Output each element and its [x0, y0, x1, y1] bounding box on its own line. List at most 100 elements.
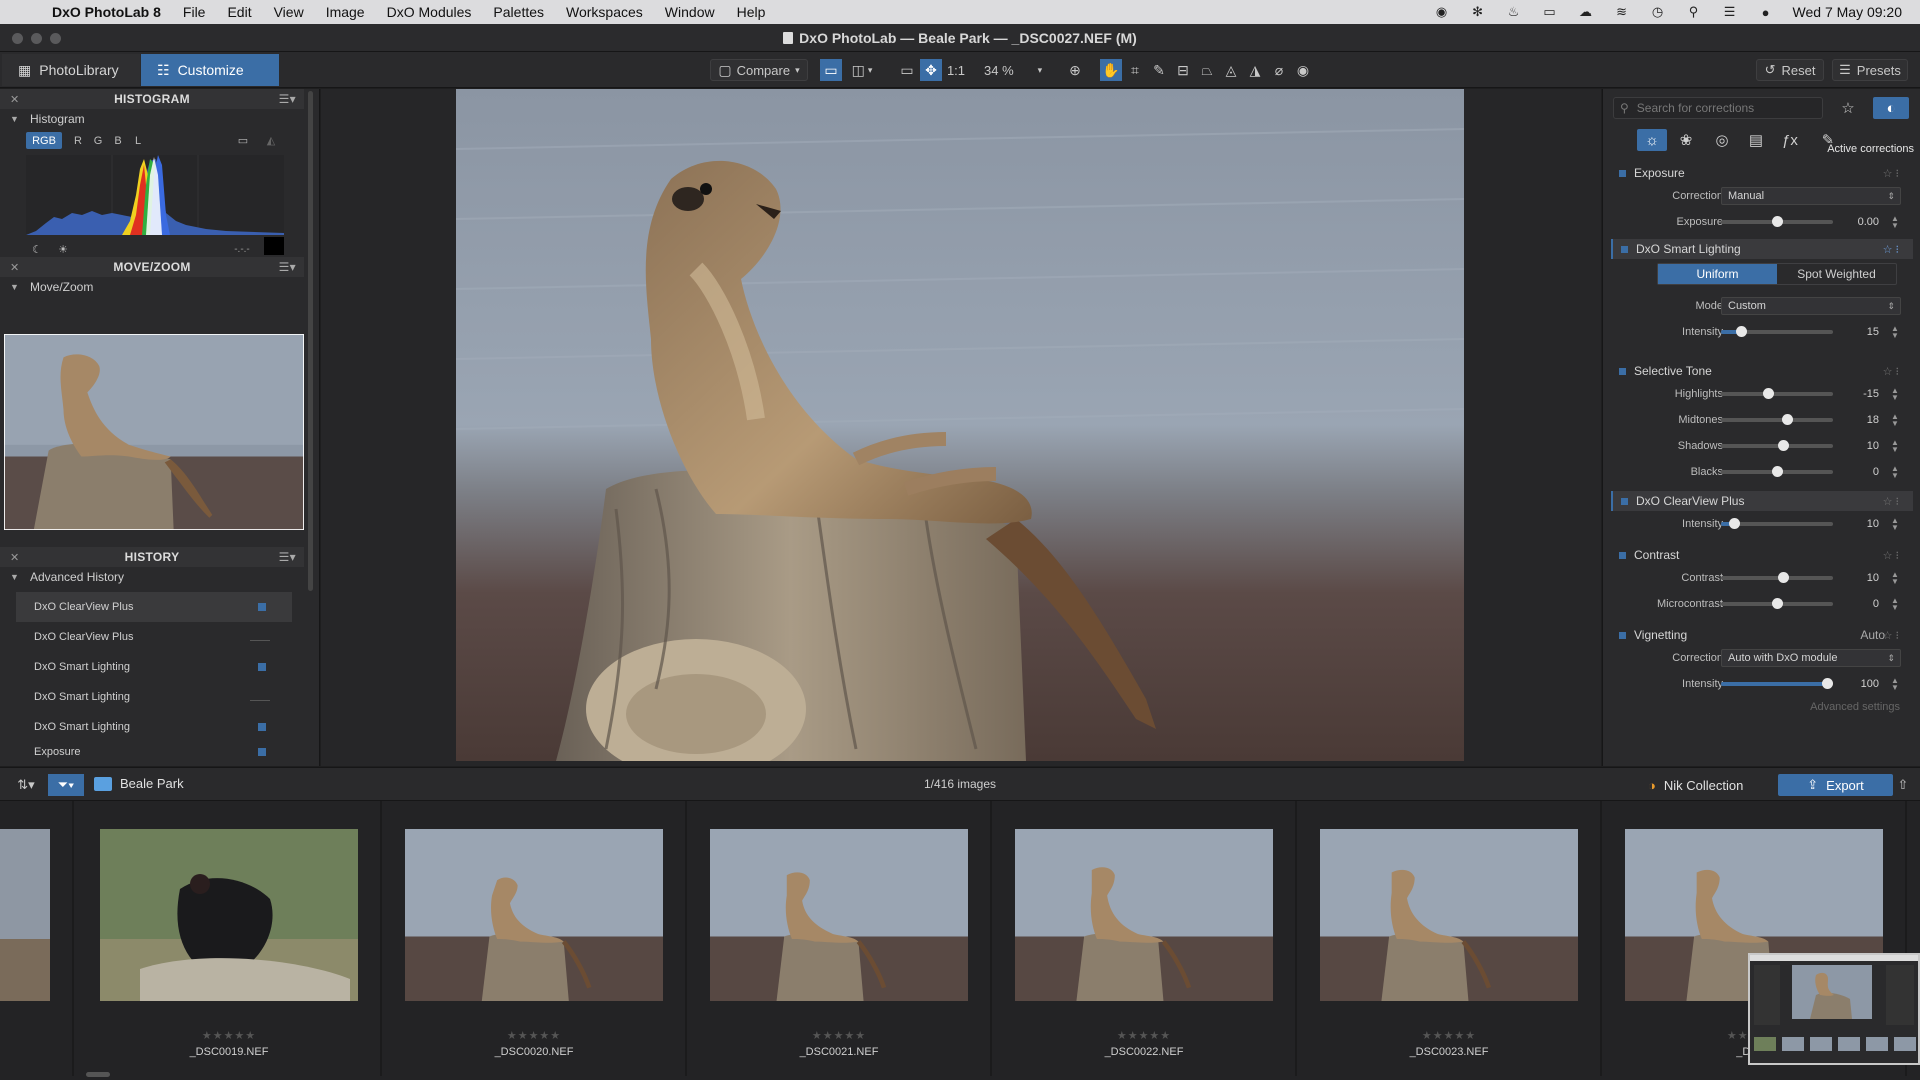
geometry-tab-icon[interactable]: ▤	[1741, 129, 1771, 151]
section-checkbox[interactable]	[1621, 245, 1628, 253]
section-checkbox[interactable]	[1619, 631, 1626, 639]
toggle-icon[interactable]: ◐	[1873, 97, 1909, 119]
history-toggle[interactable]	[250, 693, 270, 701]
clock-icon[interactable]: ◷	[1649, 4, 1667, 19]
color-tab-icon[interactable]: ❀	[1671, 129, 1701, 151]
history-item[interactable]: DxO Smart Lighting	[16, 682, 292, 712]
hand-tool-button[interactable]: ✋	[1100, 59, 1122, 81]
movezoom-preview[interactable]	[4, 334, 304, 530]
repair-tool-button[interactable]: ⌀	[1268, 59, 1290, 81]
loupe-button[interactable]: ⊕	[1064, 59, 1086, 81]
exposure-slider[interactable]	[1721, 216, 1833, 227]
menu-file[interactable]: File	[183, 4, 206, 20]
clearview-intensity-slider[interactable]	[1721, 518, 1833, 529]
monitor-icon[interactable]: ▭	[234, 132, 252, 149]
screenshot-preview-overlay[interactable]	[1748, 953, 1920, 1065]
thumbnail-cell[interactable]: ★★★★★ _DSC0020.NEF	[383, 801, 687, 1076]
blacks-value[interactable]: 0	[1839, 466, 1879, 478]
history-item[interactable]: Exposure	[16, 742, 292, 762]
section-checkbox[interactable]	[1619, 169, 1626, 177]
detail-tab-icon[interactable]: ◎	[1707, 129, 1737, 151]
horizon-tool-button[interactable]: ⊟	[1172, 59, 1194, 81]
advanced-settings-link[interactable]: Advanced settings	[1810, 701, 1900, 713]
menubar-clock[interactable]: Wed 7 May 09:20	[1793, 4, 1902, 20]
search-icon[interactable]: ⚲	[1685, 4, 1703, 19]
close-icon[interactable]: ✕	[10, 261, 20, 274]
midtones-value[interactable]: 18	[1839, 414, 1879, 426]
history-item[interactable]: DxO ClearView Plus	[16, 592, 292, 622]
shadows-slider[interactable]	[1721, 440, 1833, 451]
exposure-value[interactable]: 0.00	[1839, 216, 1879, 228]
highlights-slider[interactable]	[1721, 388, 1833, 399]
selective-tone-header[interactable]: Selective Tone ☆ ⁝	[1611, 361, 1913, 381]
corrections-search-input[interactable]: ⚲ Search for corrections	[1613, 97, 1823, 119]
thumbnail-cell[interactable]: ★★★★★ _DSC0021.NEF	[688, 801, 992, 1076]
move-button[interactable]: ✥	[920, 59, 942, 81]
palette-menu-icon[interactable]: ☰▾	[279, 550, 296, 564]
share-button[interactable]: ⇧	[1894, 774, 1912, 796]
reset-button[interactable]: ↺ Reset	[1756, 59, 1824, 81]
flame-icon[interactable]: ♨	[1505, 4, 1523, 19]
effects-tab-icon[interactable]: ƒx	[1775, 129, 1805, 151]
microcontrast-slider[interactable]	[1721, 598, 1833, 609]
history-toggle[interactable]	[250, 723, 270, 731]
section-checkbox[interactable]	[1621, 497, 1628, 505]
thumbnail-cell[interactable]: ★★★★★ _DSC0019.NEF	[78, 801, 382, 1076]
channel-r-button[interactable]: R	[72, 132, 84, 149]
favorites-star-icon[interactable]: ☆	[1833, 97, 1863, 119]
intensity-slider[interactable]	[1721, 326, 1833, 337]
uniform-button[interactable]: Uniform	[1658, 264, 1777, 284]
image-viewer[interactable]	[321, 89, 1601, 766]
status-app-icon[interactable]: ◉	[1433, 4, 1451, 19]
control-center-icon[interactable]: ☰	[1721, 4, 1739, 19]
slider-knob[interactable]	[1729, 518, 1741, 529]
single-view-button[interactable]: ▭	[820, 59, 842, 81]
history-subheader[interactable]: ▼ Advanced History	[0, 567, 124, 587]
menu-help[interactable]: Help	[737, 4, 766, 20]
wifi-icon[interactable]: ≋	[1613, 4, 1631, 19]
channel-g-button[interactable]: G	[92, 132, 104, 149]
history-item[interactable]: DxO Smart Lighting	[16, 712, 292, 742]
export-button[interactable]: ⇪ Export	[1778, 774, 1893, 796]
cloud-icon[interactable]: ☁	[1577, 4, 1595, 19]
tab-photolibrary[interactable]: ▦ PhotoLibrary	[2, 54, 140, 86]
thumbnail-cell[interactable]: ★★★★★ _DSC0023.NEF	[1298, 801, 1602, 1076]
menu-workspaces[interactable]: Workspaces	[566, 4, 643, 20]
menu-image[interactable]: Image	[326, 4, 365, 20]
blacks-slider[interactable]	[1721, 466, 1833, 477]
stepper-icon[interactable]: ▲ ▼	[1891, 387, 1899, 402]
channel-b-button[interactable]: B	[112, 132, 124, 149]
history-toggle[interactable]	[250, 603, 270, 611]
palette-menu-icon[interactable]: ☰▾	[279, 92, 296, 106]
star-icon[interactable]: ☆ ⁝	[1883, 495, 1899, 508]
local-adjust-button[interactable]: ◬	[1220, 59, 1242, 81]
vignetting-header[interactable]: Vignetting Auto ☆ ⁝	[1611, 625, 1913, 645]
filmstrip-scrollbar[interactable]	[86, 1072, 110, 1077]
star-icon[interactable]: ☆ ⁝	[1883, 549, 1899, 562]
close-icon[interactable]: ✕	[10, 551, 20, 564]
stepper-icon[interactable]: ▲ ▼	[1891, 677, 1899, 692]
highlights-value[interactable]: -15	[1839, 388, 1879, 400]
preview-toggle-button[interactable]: ◉	[1292, 59, 1314, 81]
exposure-header[interactable]: Exposure ☆ ⁝	[1611, 163, 1913, 183]
butterfly-icon[interactable]: ✻	[1469, 4, 1487, 19]
stepper-icon[interactable]: ▲ ▼	[1891, 215, 1899, 230]
history-toggle[interactable]	[250, 748, 270, 756]
section-checkbox[interactable]	[1619, 551, 1626, 559]
menu-view[interactable]: View	[274, 4, 304, 20]
rating-stars[interactable]: ★★★★★	[1298, 1029, 1600, 1042]
tab-customize[interactable]: ☷ Customize	[141, 54, 279, 86]
slider-knob[interactable]	[1777, 572, 1789, 583]
stepper-icon[interactable]: ▲ ▼	[1891, 325, 1899, 340]
palette-menu-icon[interactable]: ☰▾	[279, 260, 296, 274]
rating-stars[interactable]: ★★★★★	[688, 1029, 990, 1042]
main-photo[interactable]	[456, 89, 1464, 761]
slider-knob[interactable]	[1772, 466, 1783, 477]
light-tab-icon[interactable]: ☼	[1637, 129, 1667, 151]
mask-tool-button[interactable]: ◮	[1244, 59, 1266, 81]
thumbnail-cell[interactable]	[0, 801, 74, 1076]
histogram-palette-header[interactable]: ✕ HISTOGRAM ☰▾	[0, 89, 304, 109]
thumbnail-cell[interactable]: ★★★★★ _DSC0022.NEF	[993, 801, 1297, 1076]
movezoom-subheader[interactable]: ▼ Move/Zoom	[0, 277, 319, 297]
rating-stars[interactable]: ★★★★★	[78, 1029, 380, 1042]
